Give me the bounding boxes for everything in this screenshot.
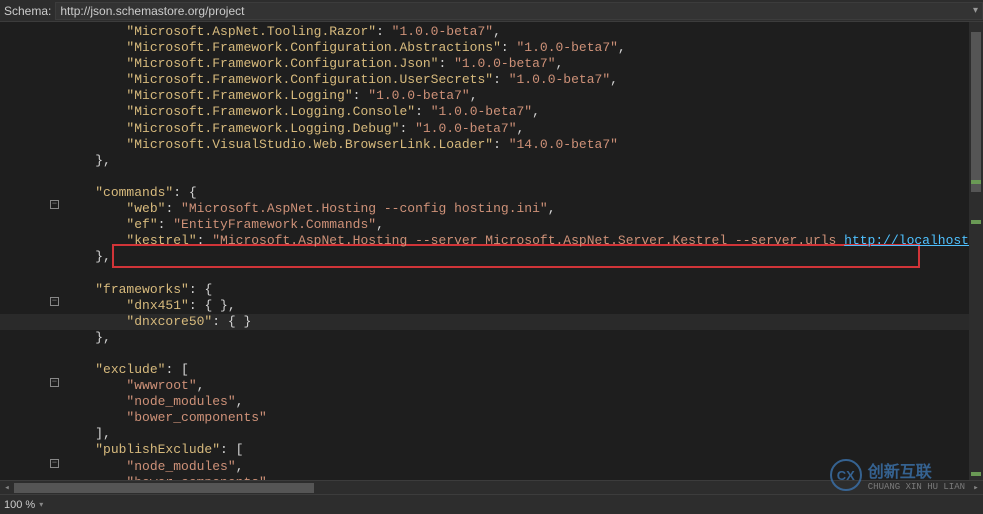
scroll-left-icon[interactable]: ◂ bbox=[0, 481, 14, 495]
scrollbar-thumb[interactable] bbox=[14, 483, 314, 493]
scroll-right-icon[interactable]: ▸ bbox=[969, 481, 983, 495]
schema-value: http://json.schemastore.org/project bbox=[60, 4, 244, 18]
scrollbar-thumb[interactable] bbox=[971, 32, 981, 192]
watermark-subtext: CHUANG XIN HU LIAN bbox=[868, 482, 965, 492]
vertical-scrollbar[interactable] bbox=[969, 22, 983, 480]
change-marker bbox=[971, 220, 981, 224]
schema-label: Schema: bbox=[4, 4, 51, 18]
change-marker bbox=[971, 180, 981, 184]
watermark-text: 创新互联 bbox=[868, 464, 932, 481]
status-bar: 100 % ▾ bbox=[0, 494, 983, 514]
chevron-down-icon: ▾ bbox=[973, 5, 978, 16]
watermark-logo: CX bbox=[830, 459, 862, 491]
change-marker bbox=[971, 472, 981, 476]
schema-dropdown[interactable]: http://json.schemastore.org/project ▾ bbox=[55, 2, 983, 20]
code-editor[interactable]: − − − − "Microsoft.AspNet.Tooling.Razor"… bbox=[0, 22, 983, 494]
zoom-level[interactable]: 100 % bbox=[4, 499, 35, 511]
code-content[interactable]: "Microsoft.AspNet.Tooling.Razor": "1.0.0… bbox=[52, 22, 983, 494]
outline-gutter: − − − − bbox=[0, 22, 52, 494]
chevron-down-icon[interactable]: ▾ bbox=[39, 500, 43, 509]
schema-bar: Schema: http://json.schemastore.org/proj… bbox=[0, 0, 983, 22]
watermark: CX 创新互联 CHUANG XIN HU LIAN bbox=[830, 458, 965, 492]
